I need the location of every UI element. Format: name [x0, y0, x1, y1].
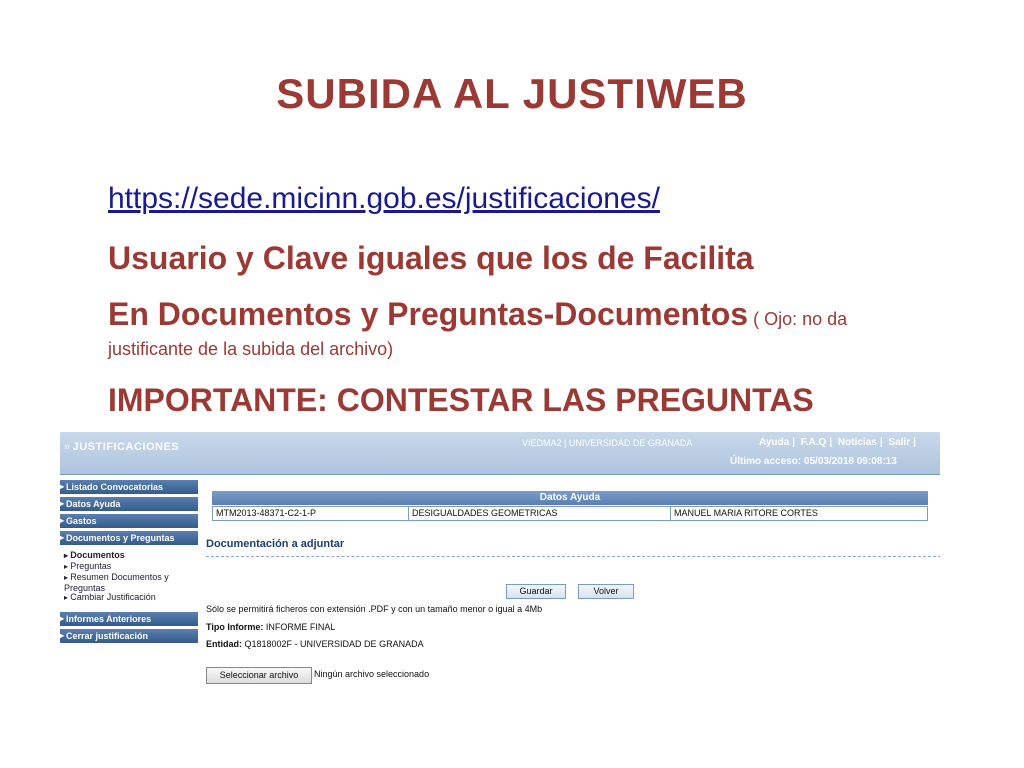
doc-section-title: Documentación a adjuntar	[206, 538, 345, 550]
top-links: Ayuda | F.A.Q | Noticias | Salir |	[759, 437, 916, 448]
slide-title: SUBIDA AL JUSTIWEB	[276, 70, 748, 117]
bullet-usuario-clave: Usuario y Clave iguales que los de Facil…	[108, 240, 754, 276]
upload-notice: Sólo se permitirá ficheros con extensión…	[206, 604, 543, 614]
sidebar-item-cerrar[interactable]: Cerrar justificación	[60, 629, 198, 643]
doc-section	[206, 556, 940, 714]
table-cell: DESIGUALDADES GEOMETRICAS	[409, 507, 671, 520]
justificaciones-link[interactable]: https://sede.micinn.gob.es/justificacion…	[108, 182, 660, 230]
sidebar-subitem-cambiar[interactable]: Cambiar Justificación	[64, 592, 156, 603]
app-brand: » JUSTIFICACIONES	[64, 441, 180, 453]
news-link[interactable]: Noticias	[838, 437, 877, 448]
bullet-documentos-note: ( Ojo: no da	[748, 309, 848, 329]
faq-link[interactable]: F.A.Q	[801, 437, 827, 448]
last-access: Último acceso: 05/03/2018 09:08:13	[730, 456, 897, 467]
datos-ayuda-header: Datos Ayuda	[212, 491, 928, 505]
sidebar-subitem-preguntas[interactable]: Preguntas	[64, 561, 111, 572]
sidebar-item-listado[interactable]: Listado Convocatorias	[60, 480, 198, 494]
logout-link[interactable]: Salir	[888, 437, 910, 448]
bullet-documentos: En Documentos y Preguntas-Documentos ( O…	[108, 296, 847, 361]
bullet-documentos-note-2: justificante de la subida del archivo)	[108, 339, 394, 359]
sidebar-item-documentos-preguntas[interactable]: Documentos y Preguntas	[60, 531, 198, 545]
bullet-documentos-main: En Documentos y Preguntas-Documentos	[108, 296, 749, 332]
datos-ayuda-row: MTM2013-48371-C2-1-P DESIGUALDADES GEOME…	[212, 506, 928, 521]
main-content: Datos Ayuda MTM2013-48371-C2-1-P DESIGUA…	[206, 478, 940, 714]
sidebar: Listado Convocatorias Datos Ayuda Gastos…	[60, 478, 198, 700]
table-cell: MTM2013-48371-C2-1-P	[213, 507, 409, 520]
sidebar-item-datos-ayuda[interactable]: Datos Ayuda	[60, 497, 198, 511]
back-button[interactable]: Volver	[578, 584, 634, 599]
entidad: Entidad: Q1818002F - UNIVERSIDAD DE GRAN…	[206, 639, 424, 649]
save-button[interactable]: Guardar	[506, 584, 566, 599]
select-file-button[interactable]: Seleccionar archivo	[206, 667, 312, 684]
sidebar-item-informes[interactable]: Informes Anteriores	[60, 612, 198, 626]
file-status: Ningún archivo seleccionado	[314, 669, 430, 679]
app-screenshot: » JUSTIFICACIONES VIEDMA2 | UNIVERSIDAD D…	[60, 432, 940, 714]
session-info: VIEDMA2 | UNIVERSIDAD DE GRANADA	[522, 438, 693, 448]
double-chevron-icon: »	[64, 441, 71, 453]
tipo-informe: Tipo Informe: INFORME FINAL	[206, 622, 336, 632]
bullet-importante: IMPORTANTE: CONTESTAR LAS PREGUNTAS	[108, 382, 814, 418]
sidebar-item-gastos[interactable]: Gastos	[60, 514, 198, 528]
help-link[interactable]: Ayuda	[759, 437, 789, 448]
sidebar-subitem-documentos[interactable]: Documentos	[64, 550, 125, 561]
table-cell: MANUEL MARIA RITORE CORTES	[674, 508, 818, 518]
sidebar-subitem-resumen[interactable]: Resumen Documentos y Preguntas	[64, 572, 184, 593]
app-header: » JUSTIFICACIONES VIEDMA2 | UNIVERSIDAD D…	[60, 432, 940, 475]
